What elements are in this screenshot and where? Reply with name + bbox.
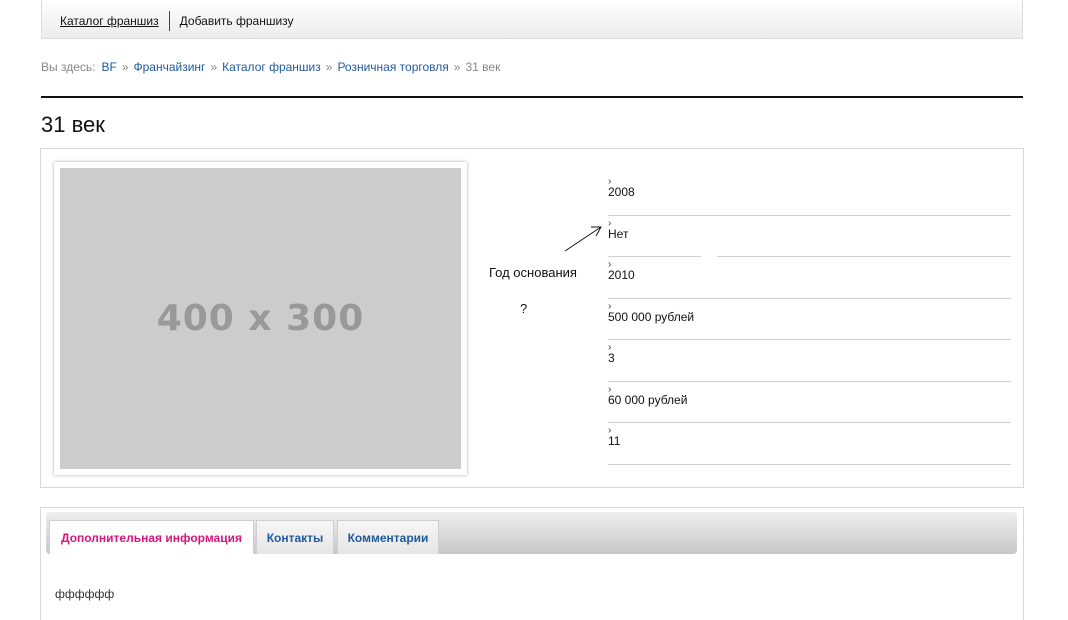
detail-value: 500 000 рублей [608,309,695,324]
detail-value: Нет [608,226,629,241]
detail-row: › 2008 [608,174,1011,216]
detail-row: › 2010 [608,257,1011,299]
breadcrumb-current: 31 век [465,60,501,74]
nav-divider [168,11,170,31]
details-list: › 2008 › Нет › 2010 › 500 000 рублей › 3… [608,174,1011,465]
nav-link-catalog[interactable]: Каталог франшиз [60,14,159,28]
founding-year-label: Год основания [489,265,577,280]
top-navigation-bar: Каталог франшиз Добавить франшизу [41,0,1023,39]
detail-value: 3 [608,351,615,365]
breadcrumb-link-catalog[interactable]: Каталог франшиз [222,60,321,74]
top-nav: Каталог франшиз Добавить франшизу [60,11,294,31]
breadcrumb-separator: » [325,60,333,74]
detail-value: 11 [608,434,621,448]
tab-contacts[interactable]: Контакты [256,520,334,554]
breadcrumb-separator: » [121,60,129,74]
breadcrumb-link-bf[interactable]: BF [101,60,116,74]
annotation-arrow-icon [564,226,602,252]
detail-value: 2010 [608,268,635,282]
franchise-photo-placeholder: 400 x 300 [60,168,461,469]
help-question-mark[interactable]: ? [520,301,527,316]
detail-row: › 11 [608,423,1011,465]
detail-row: › 3 [608,340,1011,382]
breadcrumb-separator: » [210,60,218,74]
detail-row: › Нет [608,216,1011,257]
franchise-card: 400 x 300 Год основания ? › 2008 › Нет ›… [40,148,1024,488]
breadcrumb-link-retail[interactable]: Розничная торговля [337,60,448,74]
detail-row: › 60 000 рублей [608,382,1011,423]
tab-content-text: фффффф [55,587,115,601]
nav-link-add-franchise[interactable]: Добавить франшизу [180,14,294,28]
detail-value: 2008 [608,185,635,199]
details-label-column: Год основания ? [489,265,589,316]
info-tabs-panel: Дополнительная информация Контакты Комме… [40,507,1024,620]
page-title: 31 век [41,112,105,137]
breadcrumb-prefix: Вы здесь: [41,60,96,74]
title-divider [41,96,1023,98]
photo-placeholder-text: 400 x 300 [156,298,365,339]
detail-value: 60 000 рублей [608,392,688,407]
breadcrumb: Вы здесь: BF » Франчайзинг » Каталог франшиз »… [41,60,500,74]
tab-bar: Дополнительная информация Контакты Комме… [46,512,1017,554]
breadcrumb-separator: » [453,60,461,74]
tab-additional-info[interactable]: Дополнительная информация [49,520,254,554]
tab-comments[interactable]: Комментарии [337,520,439,554]
breadcrumb-link-franchising[interactable]: Франчайзинг [134,60,206,74]
franchise-photo-frame: 400 x 300 [54,162,467,475]
detail-row: › 500 000 рублей [608,299,1011,340]
